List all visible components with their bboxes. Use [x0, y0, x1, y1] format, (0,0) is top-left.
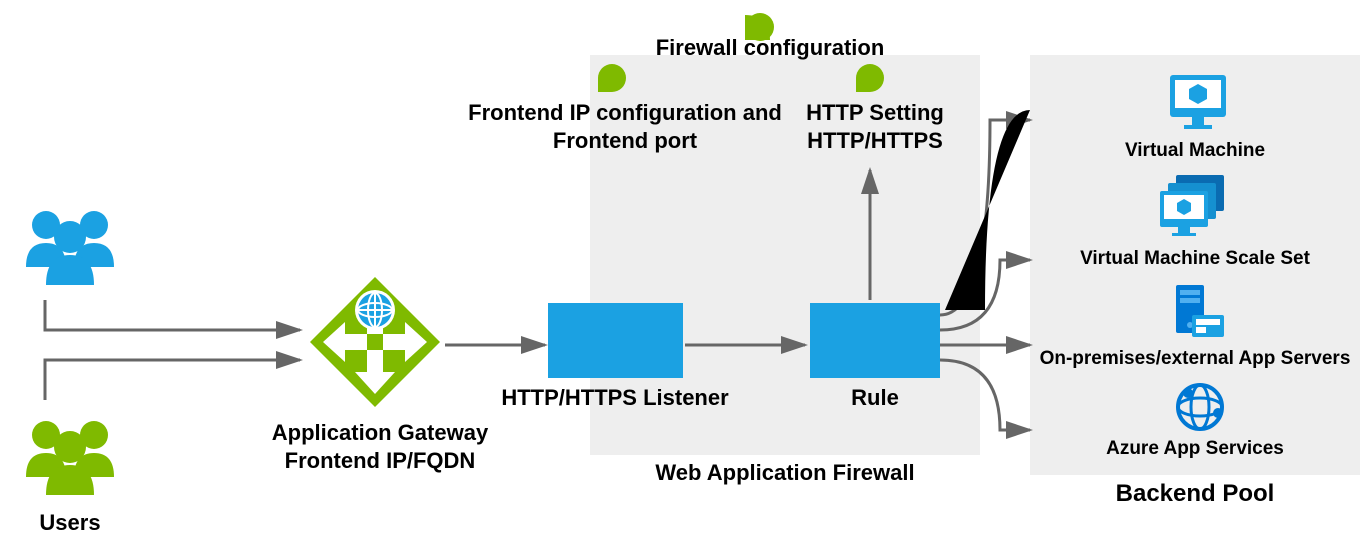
listener-block: [548, 303, 683, 378]
firewall-config-label: Firewall configuration: [620, 35, 920, 61]
users-group-bottom-icon: [26, 421, 114, 495]
http-setting-label-2: HTTP/HTTPS: [795, 128, 955, 154]
backend-item-appservices: Azure App Services: [1030, 438, 1360, 461]
frontend-ip-label-1: Frontend IP configuration and: [460, 100, 790, 126]
rule-block: [810, 303, 940, 378]
users-label: Users: [20, 510, 120, 536]
backend-item-vm: Virtual Machine: [1030, 140, 1360, 163]
application-gateway-icon: [310, 277, 440, 407]
frontend-ip-label-2: Frontend port: [460, 128, 790, 154]
backend-pool-label: Backend Pool: [1030, 480, 1360, 509]
waf-panel-label: Web Application Firewall: [590, 460, 980, 486]
listener-label: HTTP/HTTPS Listener: [480, 385, 750, 411]
users-group-top-icon: [26, 211, 114, 285]
backend-item-vmss: Virtual Machine Scale Set: [1030, 248, 1360, 271]
backend-item-onprem: On-premises/external App Servers: [1030, 348, 1360, 371]
gateway-label-1: Application Gateway: [255, 420, 505, 446]
http-setting-label-1: HTTP Setting: [795, 100, 955, 126]
rule-label: Rule: [810, 385, 940, 411]
gateway-label-2: Frontend IP/FQDN: [255, 448, 505, 474]
